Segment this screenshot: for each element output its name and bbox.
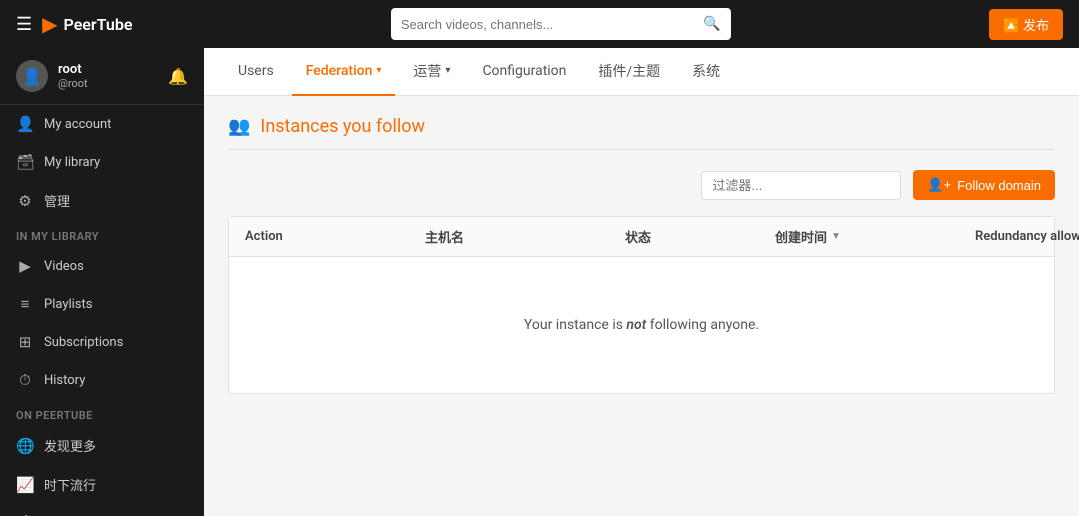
sidebar-item-history[interactable]: ⏱ History <box>0 361 204 399</box>
tab-users-label: Users <box>238 63 274 79</box>
tab-yunying-label: 运营 <box>413 61 441 81</box>
sidebar-item-manage[interactable]: ⚙ 管理 <box>0 181 204 220</box>
instances-table: Action 主机名 状态 创建时间 ▼ Redundancy allowed <box>228 216 1055 394</box>
sidebar-item-my-account-label: My account <box>44 117 111 132</box>
instances-icon: 👥 <box>228 116 250 137</box>
empty-message-em: not <box>626 317 646 333</box>
col-status: 状态 <box>625 227 775 246</box>
sidebar: 👤 root @root 🔔 👤 My account 🗃 My library… <box>0 48 204 516</box>
navbar-center: 🔍 <box>144 8 977 40</box>
sidebar-item-videos[interactable]: ▶ Videos <box>0 247 204 285</box>
empty-message-before: Your instance is <box>524 317 627 333</box>
tab-configuration-label: Configuration <box>482 63 566 79</box>
sidebar-item-manage-label: 管理 <box>44 191 70 210</box>
page-header: 👥 Instances you follow <box>228 116 1055 150</box>
sidebar-item-videos-label: Videos <box>44 259 84 274</box>
user-info: root @root <box>58 62 88 90</box>
search-icon[interactable]: 🔍 <box>703 16 720 32</box>
col-action-label: Action <box>245 229 283 244</box>
col-created[interactable]: 创建时间 ▼ <box>775 227 975 246</box>
top-navbar: ☰ ▶ PeerTube 🔍 🔼 发布 <box>0 0 1079 48</box>
sidebar-item-discover[interactable]: 🌐 发现更多 <box>0 426 204 465</box>
add-person-icon: 👤+ <box>927 177 951 193</box>
bell-icon[interactable]: 🔔 <box>168 67 188 86</box>
tab-system-label: 系统 <box>692 61 720 81</box>
avatar[interactable]: 👤 <box>16 60 48 92</box>
sidebar-item-my-account[interactable]: 👤 My account <box>0 105 204 143</box>
table-header: Action 主机名 状态 创建时间 ▼ Redundancy allowed <box>229 217 1054 257</box>
sidebar-item-subscriptions-label: Subscriptions <box>44 335 123 350</box>
tab-plugins-label: 插件/主题 <box>598 61 660 81</box>
gear-icon: ⚙ <box>16 192 34 210</box>
follow-domain-button[interactable]: 👤+ Follow domain <box>913 170 1055 200</box>
content-area: Users Federation ▾ 运营 ▾ Configuration 插件… <box>204 48 1079 516</box>
user-icon: 👤 <box>16 115 34 133</box>
sidebar-item-most-liked[interactable]: 👍 Most liked <box>0 504 204 516</box>
sidebar-item-playlists-label: Playlists <box>44 297 92 312</box>
filter-input[interactable] <box>701 171 901 200</box>
sub-navbar: Users Federation ▾ 运营 ▾ Configuration 插件… <box>204 48 1079 96</box>
toolbar: 👤+ Follow domain <box>228 170 1055 200</box>
logo-icon: ▶ <box>42 12 57 36</box>
user-name: root <box>58 62 88 77</box>
publish-button[interactable]: 🔼 发布 <box>989 9 1063 40</box>
page-content: 👥 Instances you follow 👤+ Follow domain … <box>204 96 1079 516</box>
hamburger-icon[interactable]: ☰ <box>16 14 32 35</box>
chevron-down-icon: ▾ <box>376 65 381 76</box>
user-handle: @root <box>58 77 88 90</box>
empty-message-after: following anyone. <box>646 317 759 333</box>
sidebar-item-discover-label: 发现更多 <box>44 436 96 455</box>
page-title: Instances you follow <box>260 116 425 137</box>
empty-state: Your instance is not following anyone. <box>229 257 1054 393</box>
sidebar-user-left: 👤 root @root <box>16 60 88 92</box>
sidebar-item-playlists[interactable]: ≡ Playlists <box>0 285 204 323</box>
video-icon: ▶ <box>16 257 34 275</box>
sidebar-item-my-library-label: My library <box>44 155 100 170</box>
tab-system[interactable]: 系统 <box>678 48 734 96</box>
col-created-label: 创建时间 <box>775 227 827 246</box>
logo-area: ▶ PeerTube <box>42 12 132 36</box>
tab-users[interactable]: Users <box>224 48 288 96</box>
follow-domain-label: Follow domain <box>957 178 1041 193</box>
sort-icon: ▼ <box>831 231 841 242</box>
main-layout: 👤 root @root 🔔 👤 My account 🗃 My library… <box>0 48 1079 516</box>
logo-text: PeerTube <box>64 15 133 34</box>
section-on-peertube: ON PEERTUBE <box>0 399 204 426</box>
col-action: Action <box>245 227 425 246</box>
chevron-down-icon-yunying: ▾ <box>445 65 450 76</box>
sidebar-item-subscriptions[interactable]: ⊞ Subscriptions <box>0 323 204 361</box>
navbar-right: 🔼 发布 <box>989 9 1063 40</box>
playlist-icon: ≡ <box>16 295 34 313</box>
subscriptions-icon: ⊞ <box>16 333 34 351</box>
library-icon: 🗃 <box>16 153 34 171</box>
sidebar-item-trending-label: 时下流行 <box>44 475 96 494</box>
tab-configuration[interactable]: Configuration <box>468 48 580 96</box>
search-input[interactable] <box>401 17 704 32</box>
navbar-left: ☰ ▶ PeerTube <box>16 12 132 36</box>
tab-federation[interactable]: Federation ▾ <box>292 48 396 96</box>
sidebar-item-history-label: History <box>44 373 85 388</box>
col-redundancy: Redundancy allowed <box>975 227 1079 246</box>
col-hostname: 主机名 <box>425 227 625 246</box>
search-bar: 🔍 <box>391 8 731 40</box>
history-icon: ⏱ <box>16 371 34 389</box>
tab-yunying[interactable]: 运营 ▾ <box>399 48 464 96</box>
tab-federation-label: Federation <box>306 63 373 79</box>
section-in-my-library: IN MY LIBRARY <box>0 220 204 247</box>
sidebar-item-trending[interactable]: 📈 时下流行 <box>0 465 204 504</box>
avatar-icon: 👤 <box>22 67 42 86</box>
sidebar-item-my-library[interactable]: 🗃 My library <box>0 143 204 181</box>
col-status-label: 状态 <box>625 227 651 246</box>
trending-icon: 📈 <box>16 476 34 494</box>
col-hostname-label: 主机名 <box>425 227 464 246</box>
sidebar-user: 👤 root @root 🔔 <box>0 48 204 105</box>
globe-icon: 🌐 <box>16 437 34 455</box>
col-redundancy-label: Redundancy allowed <box>975 229 1079 244</box>
tab-plugins[interactable]: 插件/主题 <box>584 48 674 96</box>
